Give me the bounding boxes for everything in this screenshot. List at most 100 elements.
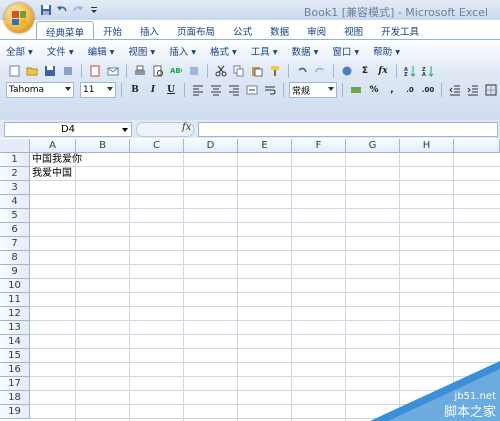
row-header-12[interactable]: 12 — [0, 307, 30, 321]
row-header-16[interactable]: 16 — [0, 363, 30, 377]
undo-icon[interactable] — [294, 63, 310, 79]
permission-icon[interactable] — [60, 63, 76, 79]
cut-icon[interactable] — [213, 63, 229, 79]
row-header-10[interactable]: 10 — [0, 279, 30, 293]
format-painter-icon[interactable] — [267, 63, 283, 79]
office-button[interactable] — [4, 3, 34, 33]
menu-view[interactable]: 视图 ▾ — [128, 44, 155, 58]
row-header-1[interactable]: 1 — [0, 153, 30, 167]
row-header-7[interactable]: 7 — [0, 237, 30, 251]
increase-decimal-icon[interactable]: .0 — [402, 82, 418, 98]
cell-A2[interactable]: 我爱中国 — [32, 167, 72, 181]
tab-view[interactable]: 视图 — [335, 21, 372, 39]
copy-icon[interactable] — [231, 63, 247, 79]
column-header-d[interactable]: D — [184, 139, 238, 153]
ribbon-tabs: 经典菜单 开始 插入 页面布局 公式 数据 审阅 视图 开发工具 — [36, 21, 428, 40]
increase-indent-icon[interactable] — [465, 82, 481, 98]
tab-formulas[interactable]: 公式 — [224, 21, 261, 39]
tab-insert[interactable]: 插入 — [131, 21, 168, 39]
open-icon[interactable] — [24, 63, 40, 79]
window-title: Book1 [兼容模式] - Microsoft Excel — [303, 6, 488, 19]
tab-classic-menu[interactable]: 经典菜单 — [36, 21, 95, 40]
menu-window[interactable]: 窗口 ▾ — [332, 44, 359, 58]
spelling-icon[interactable]: ABC — [168, 63, 184, 79]
research-icon[interactable] — [186, 63, 202, 79]
redo-icon[interactable] — [312, 63, 328, 79]
decrease-indent-icon[interactable] — [447, 82, 463, 98]
column-header-f[interactable]: F — [292, 139, 346, 153]
row-gridline — [30, 320, 500, 321]
menu-data[interactable]: 数据 ▾ — [292, 44, 319, 58]
row-header-9[interactable]: 9 — [0, 265, 30, 279]
select-all-corner[interactable] — [0, 139, 30, 153]
sort-descending-icon[interactable]: ZA — [420, 63, 436, 79]
merge-center-icon[interactable] — [244, 82, 260, 98]
row-header-4[interactable]: 4 — [0, 195, 30, 209]
row-header-19[interactable]: 19 — [0, 405, 30, 419]
chevron-down-icon[interactable] — [122, 128, 128, 132]
email-icon[interactable] — [105, 63, 121, 79]
decrease-decimal-icon[interactable]: .00 — [420, 82, 436, 98]
menu-all[interactable]: 全部 ▾ — [6, 44, 33, 58]
column-header-c[interactable]: C — [130, 139, 184, 153]
font-size-select[interactable]: 11 — [80, 82, 116, 98]
row-header-18[interactable]: 18 — [0, 391, 30, 405]
svg-text:A: A — [422, 72, 426, 77]
paste-icon[interactable] — [249, 63, 265, 79]
menu-format[interactable]: 格式 ▾ — [210, 44, 237, 58]
menu-insert[interactable]: 插入 ▾ — [169, 44, 196, 58]
hyperlink-icon[interactable] — [339, 63, 355, 79]
cell-A1[interactable]: 中国我爱你 — [32, 153, 82, 167]
percent-button[interactable]: % — [366, 82, 382, 98]
column-header-h[interactable]: H — [400, 139, 454, 153]
pdf-icon[interactable] — [87, 63, 103, 79]
number-format-select[interactable]: 常规 — [289, 82, 337, 98]
column-header-b[interactable]: B — [76, 139, 130, 153]
sort-ascending-icon[interactable]: AZ — [402, 63, 418, 79]
function-icon[interactable]: fx — [375, 63, 391, 79]
row-header-13[interactable]: 13 — [0, 321, 30, 335]
row-header-14[interactable]: 14 — [0, 335, 30, 349]
autosum-icon[interactable]: Σ — [357, 63, 373, 79]
currency-icon[interactable] — [348, 82, 364, 98]
formula-input[interactable] — [198, 122, 498, 137]
print-icon[interactable] — [132, 63, 148, 79]
row-header-8[interactable]: 8 — [0, 251, 30, 265]
tab-page-layout[interactable]: 页面布局 — [168, 21, 224, 39]
align-right-icon[interactable] — [226, 82, 242, 98]
row-header-15[interactable]: 15 — [0, 349, 30, 363]
font-name-select[interactable]: Tahoma — [6, 82, 74, 98]
column-header-partial[interactable] — [454, 139, 500, 153]
insert-function-button[interactable]: fx — [182, 122, 191, 133]
align-center-icon[interactable] — [208, 82, 224, 98]
row-header-3[interactable]: 3 — [0, 181, 30, 195]
underline-button[interactable]: U — [163, 82, 179, 98]
row-header-6[interactable]: 6 — [0, 223, 30, 237]
borders-icon[interactable] — [483, 82, 499, 98]
tab-review[interactable]: 审阅 — [298, 21, 335, 39]
menu-help[interactable]: 帮助 ▾ — [373, 44, 400, 58]
column-header-a[interactable]: A — [30, 139, 76, 153]
menu-tools[interactable]: 工具 ▾ — [251, 44, 278, 58]
menu-file[interactable]: 文件 ▾ — [47, 44, 74, 58]
row-header-11[interactable]: 11 — [0, 293, 30, 307]
column-header-e[interactable]: E — [238, 139, 292, 153]
row-header-2[interactable]: 2 — [0, 167, 30, 181]
name-box[interactable]: D4 — [4, 122, 132, 137]
menu-edit[interactable]: 编辑 ▾ — [88, 44, 115, 58]
wrap-text-icon[interactable] — [262, 82, 278, 98]
bold-button[interactable]: B — [127, 82, 143, 98]
new-icon[interactable] — [6, 63, 22, 79]
column-header-g[interactable]: G — [346, 139, 400, 153]
align-left-icon[interactable] — [190, 82, 206, 98]
comma-button[interactable]: , — [384, 82, 400, 98]
row-header-17[interactable]: 17 — [0, 377, 30, 391]
tab-developer[interactable]: 开发工具 — [372, 21, 428, 39]
worksheet-grid[interactable]: ABCDEFGH 1 2 3 4 5 6 7 8 9 10 11 12 13 14 15 16 17 18 19 中… — [0, 139, 500, 421]
row-header-5[interactable]: 5 — [0, 209, 30, 223]
print-preview-icon[interactable] — [150, 63, 166, 79]
tab-data[interactable]: 数据 — [261, 21, 298, 39]
save-icon[interactable] — [42, 63, 58, 79]
tab-home[interactable]: 开始 — [94, 21, 131, 39]
italic-button[interactable]: I — [145, 82, 161, 98]
